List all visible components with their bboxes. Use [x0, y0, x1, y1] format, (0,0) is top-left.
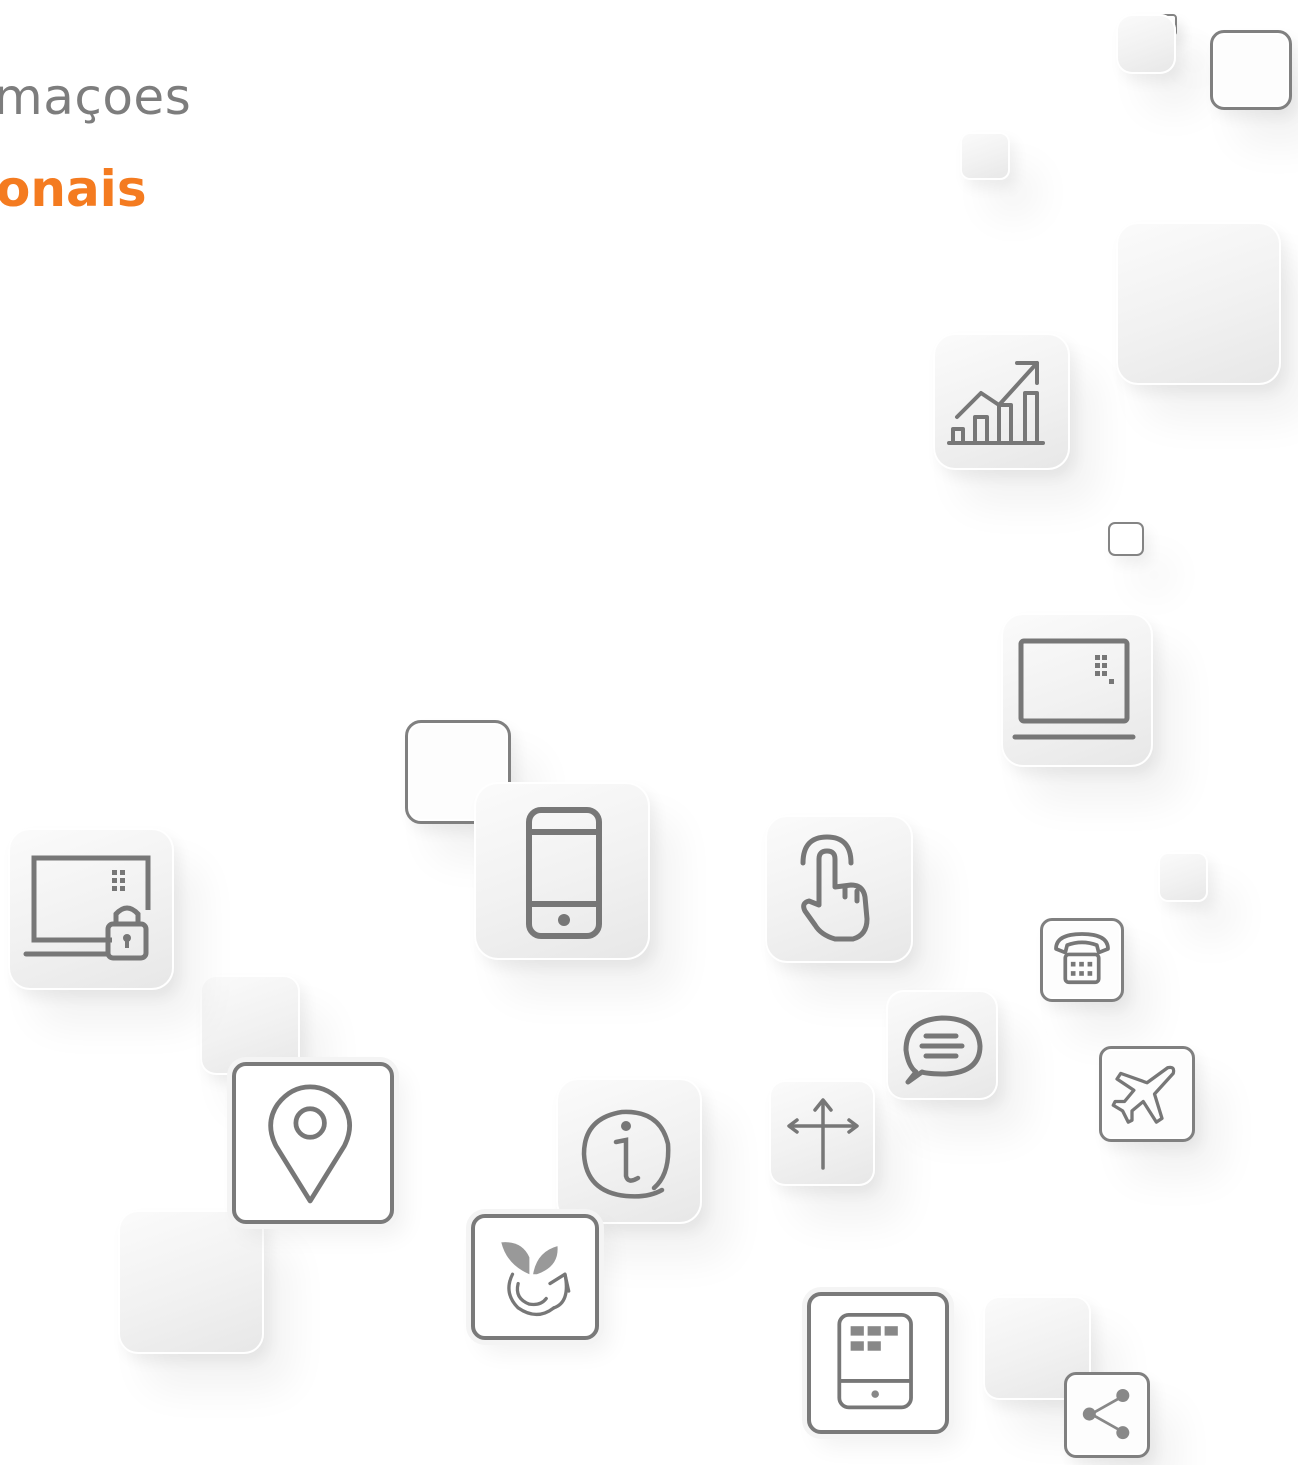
touch-hand-icon: [800, 834, 870, 942]
info-icon: [581, 1109, 671, 1199]
airplane-tile[interactable]: [1099, 1046, 1195, 1142]
share-tile[interactable]: [1064, 1372, 1150, 1458]
chat-tile[interactable]: [886, 990, 998, 1100]
location-tile[interactable]: [232, 1062, 394, 1224]
chat-bubble-icon: [903, 1015, 983, 1085]
chart-growth-icon: [947, 361, 1045, 445]
decor-square: [118, 1210, 264, 1354]
plant-recycle-icon: [501, 1242, 571, 1317]
laptop-icon: [1012, 638, 1136, 740]
laptop-tile[interactable]: [1001, 613, 1153, 767]
laptop-lock-tile[interactable]: [8, 828, 174, 990]
directions-tile[interactable]: [769, 1080, 875, 1186]
share-icon: [1082, 1388, 1130, 1440]
touch-tile[interactable]: [765, 815, 913, 963]
location-pin-icon: [268, 1084, 352, 1204]
decor-square: [1210, 30, 1292, 110]
airplane-icon: [1111, 1065, 1176, 1124]
plant-tile[interactable]: [471, 1214, 599, 1340]
decor-square: [1158, 852, 1208, 902]
decor-square: [200, 975, 300, 1075]
decor-square: [1108, 522, 1144, 556]
decor-square: [960, 132, 1010, 180]
decor-square: [1116, 222, 1281, 385]
page-title: maçoes: [0, 68, 192, 126]
tablet-icon: [837, 1312, 913, 1410]
directions-arrows-icon: [787, 1098, 859, 1170]
telephone-icon: [1054, 932, 1110, 985]
smartphone-tile[interactable]: [474, 782, 650, 960]
laptop-lock-icon: [23, 855, 151, 961]
smartphone-icon: [526, 807, 602, 939]
tablet-tile[interactable]: [807, 1292, 949, 1434]
info-tile[interactable]: [556, 1078, 702, 1224]
decor-square: [1116, 14, 1176, 74]
telephone-tile[interactable]: [1040, 918, 1124, 1002]
chart-tile[interactable]: [933, 333, 1070, 470]
page-subtitle: onais: [0, 160, 147, 218]
